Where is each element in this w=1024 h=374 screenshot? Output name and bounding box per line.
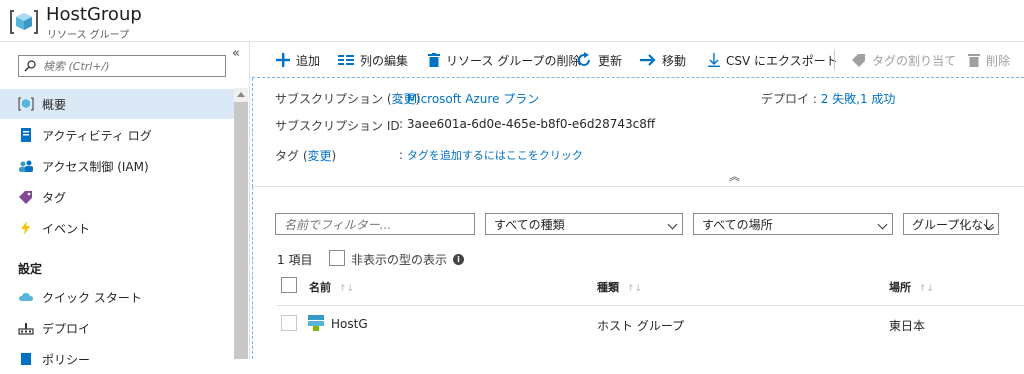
resource-group-icon (18, 96, 34, 112)
location-filter-dropdown[interactable]: すべての場所 (693, 213, 893, 235)
settings-section-header: 設定 (18, 262, 43, 276)
scroll-up-icon[interactable] (237, 92, 245, 97)
change-tags-link[interactable]: 変更 (308, 149, 332, 163)
column-header-name[interactable]: 名前 ↑↓ (309, 279, 354, 295)
lightning-icon (18, 220, 34, 236)
trash-icon (968, 53, 980, 67)
toolbar-separator (834, 50, 835, 70)
grouping-dropdown[interactable]: グループ化なし (903, 213, 999, 235)
deploy-icon (18, 320, 34, 336)
column-header-type[interactable]: 種類 ↑↓ (597, 279, 642, 295)
command-bar: 追加 列の編集 リソース グループの削除 更新 移動 CSV にエクスポート タ… (252, 42, 1024, 78)
tags-label: タグ (変更) (275, 149, 337, 163)
collapse-sidebar-button[interactable]: « (232, 46, 240, 61)
collapse-essentials-icon[interactable]: ︽ (729, 168, 740, 184)
row-checkbox[interactable] (281, 315, 297, 331)
sidebar-item-label: タグ (42, 190, 67, 205)
blade-header: HostGroup リソース グループ (0, 0, 1024, 42)
select-all-checkbox[interactable] (281, 277, 297, 293)
columns-icon (338, 54, 354, 66)
search-icon (24, 60, 36, 72)
assign-tags-button[interactable]: タグの割り当て (852, 52, 956, 68)
chevron-down-icon (667, 219, 678, 230)
move-button[interactable]: 移動 (640, 52, 686, 68)
tag-icon (852, 53, 866, 67)
plus-icon (276, 53, 290, 67)
activity-log-icon (18, 127, 34, 143)
show-hidden-label: 非表示の型の表示 (351, 253, 448, 267)
trash-icon (428, 53, 440, 67)
subscription-id-value: 3aee601a-6d0e-465e-b8f0-e6d28743c8ff (406, 117, 656, 131)
header-divider (277, 305, 1024, 306)
sidebar-item-activity-log[interactable]: アクティビティ ログ (0, 120, 234, 150)
essentials-panel: サブスクリプション (変更) : Microsoft Azure プラン サブス… (252, 78, 1024, 187)
edit-columns-button[interactable]: 列の編集 (338, 52, 408, 68)
type-filter-dropdown[interactable]: すべての種類 (485, 213, 683, 235)
chevron-down-icon (877, 219, 888, 230)
sidebar-item-quickstart[interactable]: クイック スタート (0, 282, 234, 312)
refresh-icon (576, 52, 592, 68)
sidebar-item-label: クイック スタート (42, 290, 142, 305)
resource-location: 東日本 (889, 319, 926, 333)
sidebar-item-label: イベント (42, 221, 91, 236)
sort-icon: ↑↓ (627, 284, 643, 294)
delete-button[interactable]: 削除 (968, 52, 1010, 68)
sort-icon: ↑↓ (919, 284, 935, 294)
add-button[interactable]: 追加 (276, 52, 320, 68)
page-subtitle: リソース グループ (47, 30, 130, 41)
sidebar-item-label: アクティビティ ログ (42, 128, 152, 143)
show-hidden-checkbox[interactable] (329, 250, 345, 266)
add-tags-link[interactable]: タグを追加するにはここをクリック (407, 149, 583, 162)
people-icon (18, 158, 34, 174)
info-icon[interactable]: i (453, 254, 464, 265)
sort-icon: ↑↓ (339, 284, 355, 294)
cloud-icon (18, 289, 34, 305)
sidebar-item-tags[interactable]: タグ (0, 182, 234, 212)
policy-icon (18, 351, 34, 367)
page-title: HostGroup (46, 4, 142, 25)
sidebar-item-events[interactable]: イベント (0, 213, 234, 243)
sidebar-scrollbar[interactable] (234, 88, 248, 359)
search-box[interactable] (18, 55, 226, 77)
sidebar-item-overview[interactable]: 概要 (0, 89, 234, 119)
download-icon (708, 53, 720, 67)
delete-resource-group-button[interactable]: リソース グループの削除 (428, 52, 581, 68)
resource-type: ホスト グループ (597, 319, 685, 333)
item-count: 1 項目 (277, 253, 313, 267)
host-group-icon (307, 314, 325, 335)
deploy-label: デプロイ (761, 92, 810, 106)
sidebar-item-label: デプロイ (42, 321, 91, 336)
subscription-link[interactable]: Microsoft Azure プラン (407, 92, 539, 106)
sidebar: « 概要 アクティビティ ログ アクセス制御 (IAM) タグ イベント 設定 (0, 42, 250, 367)
sidebar-item-label: アクセス制御 (IAM) (42, 159, 149, 174)
resource-group-icon (10, 10, 38, 34)
resource-name-link[interactable]: HostG (331, 317, 368, 331)
column-header-location[interactable]: 場所 ↑↓ (889, 279, 934, 295)
search-input[interactable] (43, 58, 221, 74)
deployments-link[interactable]: 2 失敗,1 成功 (821, 92, 896, 106)
sidebar-item-label: ポリシー (42, 352, 91, 367)
tag-icon (18, 189, 34, 205)
resource-list: 名前でフィルター... すべての種類 すべての場所 グループ化なし 1 項目 非… (252, 187, 1024, 359)
sidebar-item-policy[interactable]: ポリシー (0, 344, 234, 374)
subscription-id-label: サブスクリプション ID (275, 119, 400, 133)
name-filter-input[interactable]: 名前でフィルター... (275, 213, 475, 235)
sidebar-item-iam[interactable]: アクセス制御 (IAM) (0, 151, 234, 181)
sidebar-item-deploy[interactable]: デプロイ (0, 313, 234, 343)
export-csv-button[interactable]: CSV にエクスポート (708, 52, 838, 68)
arrow-right-icon (640, 54, 656, 66)
sidebar-item-label: 概要 (42, 97, 67, 112)
refresh-button[interactable]: 更新 (576, 52, 622, 68)
